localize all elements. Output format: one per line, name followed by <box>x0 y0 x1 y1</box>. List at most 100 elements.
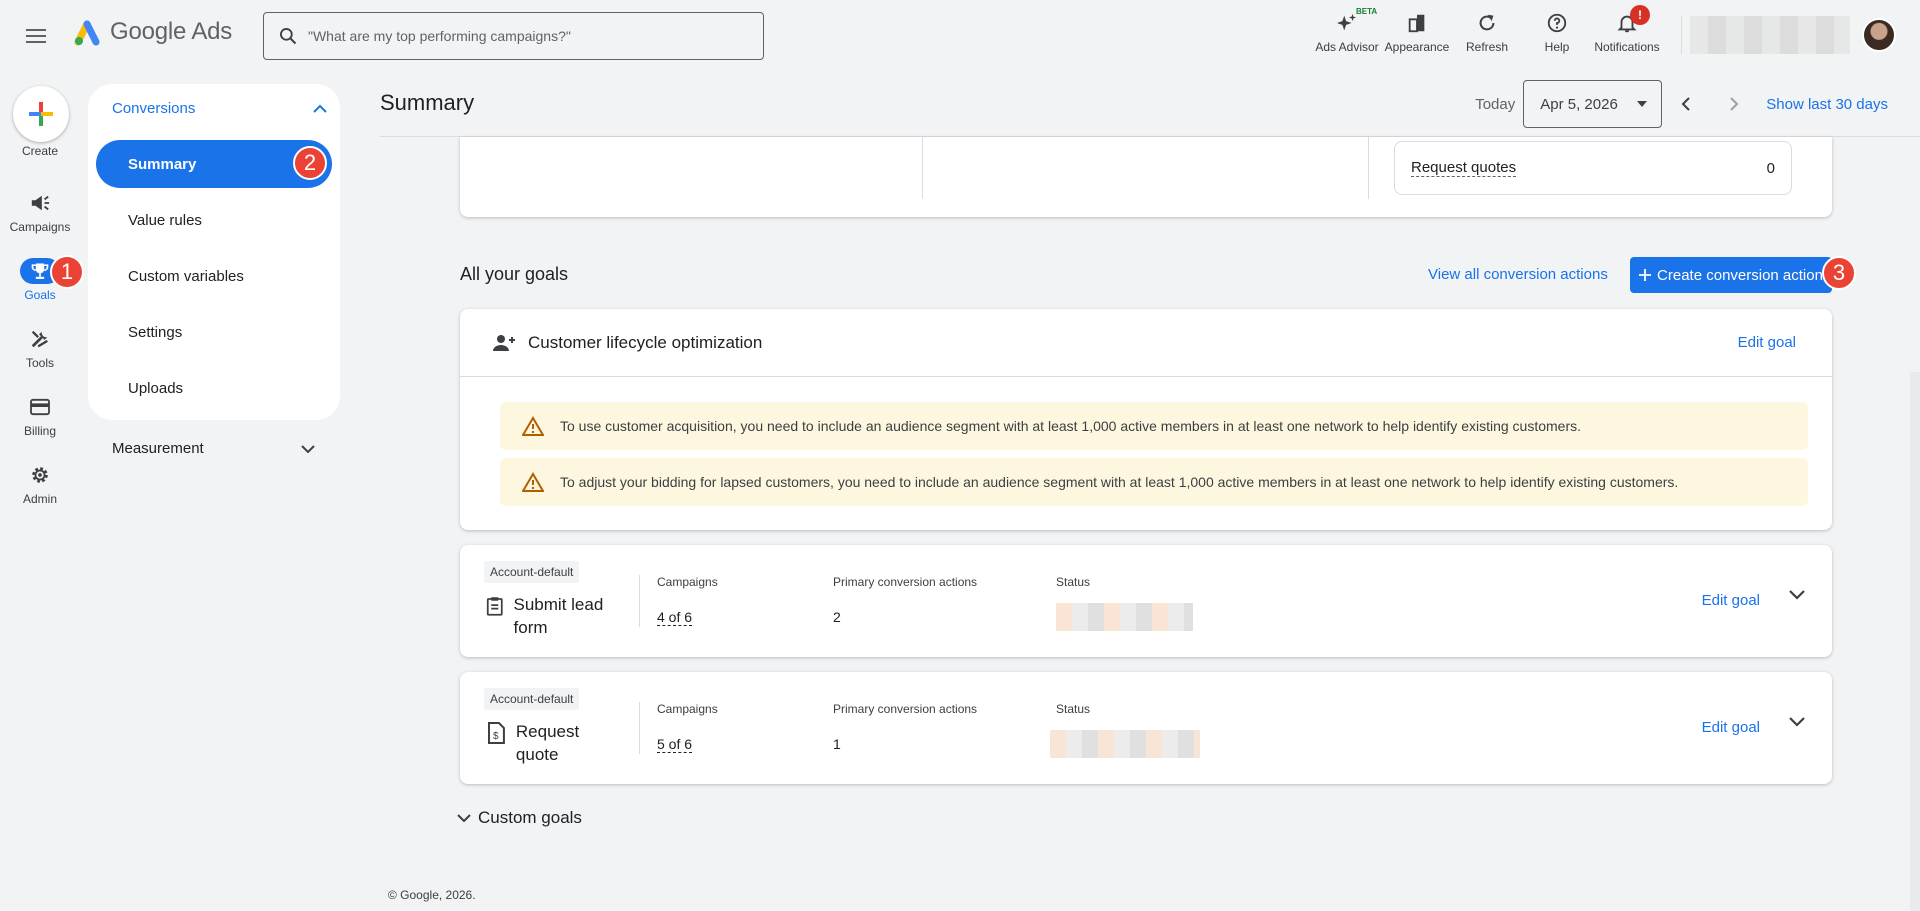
date-value: Apr 5, 2026 <box>1540 95 1618 113</box>
campaigns-column-label: Campaigns <box>657 702 718 716</box>
help-button[interactable]: Help <box>1522 8 1592 60</box>
ads-advisor-button[interactable]: BETA Ads Advisor <box>1312 7 1382 60</box>
ads-advisor-label: Ads Advisor <box>1315 40 1379 54</box>
today-label: Today <box>1475 95 1516 113</box>
chevron-down-icon <box>457 814 471 823</box>
conversions-subnav: Conversions Summary Value rules Custom v… <box>88 84 340 420</box>
rail-item-campaigns[interactable]: Campaigns <box>0 190 80 234</box>
google-ads-logo-icon <box>74 20 100 46</box>
status-column-label: Status <box>1056 702 1091 716</box>
campaigns-value[interactable]: 5 of 6 <box>657 736 693 753</box>
edit-goal-link[interactable]: Edit goal <box>1702 719 1760 736</box>
search-bar[interactable] <box>263 12 764 60</box>
trophy-icon <box>31 263 49 279</box>
goal-divider <box>639 702 640 754</box>
date-controls: Today Apr 5, 2026 Show last 30 days <box>1475 80 1888 128</box>
conversions-section-header[interactable]: Conversions <box>112 100 328 117</box>
goal-name: Submit lead form <box>513 595 604 637</box>
custom-goals-toggle[interactable]: Custom goals <box>456 808 582 828</box>
view-all-conversion-actions-link[interactable]: View all conversion actions <box>1428 266 1608 283</box>
credit-card-icon <box>30 398 50 416</box>
goal-card-request-quote[interactable]: Account-default $ Request quote Campaign… <box>460 672 1832 784</box>
warning-icon <box>522 416 544 436</box>
warning-banner: To adjust your bidding for lapsed custom… <box>500 458 1808 506</box>
dropdown-arrow-icon <box>1637 101 1648 107</box>
rail-item-label: Billing <box>23 424 56 438</box>
account-default-tag: Account-default <box>484 688 580 710</box>
campaigns-column-label: Campaigns <box>657 575 718 589</box>
app-name: Google Ads <box>110 18 233 45</box>
step-badge-1: 1 <box>50 255 84 289</box>
tools-icon <box>31 330 48 348</box>
goals-section-title: All your goals <box>460 264 569 284</box>
primary-actions-value: 2 <box>833 609 841 625</box>
status-redacted <box>1056 603 1193 631</box>
plus-icon <box>29 102 53 126</box>
gear-icon <box>32 467 48 483</box>
chevron-down-icon <box>301 444 315 453</box>
column-divider <box>1368 137 1369 199</box>
rail-item-billing[interactable]: Billing <box>0 394 80 438</box>
notifications-button[interactable]: ! Notifications <box>1592 5 1662 60</box>
refresh-button[interactable]: Refresh <box>1452 8 1522 60</box>
create-label: Create <box>21 144 59 158</box>
google-ads-logo[interactable]: Google Ads <box>74 18 232 46</box>
campaigns-value[interactable]: 4 of 6 <box>657 609 693 626</box>
primary-actions-value: 1 <box>833 736 841 752</box>
rail-item-admin[interactable]: Admin <box>0 462 80 506</box>
page-scrollbar[interactable] <box>1910 372 1920 911</box>
subnav-item-uploads[interactable]: Uploads <box>96 364 332 412</box>
top-bar: Google Ads BETA Ads Advisor Appearance R… <box>0 0 1920 70</box>
warning-banner: To use customer acquisition, you need to… <box>500 402 1808 450</box>
appearance-button[interactable]: Appearance <box>1382 8 1452 60</box>
warning-text: To adjust your bidding for lapsed custom… <box>560 474 1679 490</box>
status-redacted <box>1050 730 1200 758</box>
goal-name: Request quote <box>515 722 580 764</box>
subnav-item-value-rules[interactable]: Value rules <box>96 196 332 244</box>
clipboard-icon <box>486 597 503 616</box>
request-quotes-metric[interactable]: Request quotes 0 <box>1394 141 1792 195</box>
primary-actions-column-label: Primary conversion actions <box>833 575 978 589</box>
custom-goals-label: Custom goals <box>478 808 582 827</box>
next-period-button[interactable] <box>1710 80 1758 128</box>
edit-goal-link[interactable]: Edit goal <box>1738 334 1796 351</box>
top-bar-divider <box>1681 16 1682 54</box>
measurement-section-header[interactable]: Measurement <box>112 440 316 457</box>
beta-badge: BETA <box>1356 7 1378 16</box>
column-divider <box>922 137 923 199</box>
rail-item-tools[interactable]: Tools <box>0 326 80 370</box>
search-input[interactable] <box>308 28 748 44</box>
create-button[interactable] <box>13 86 69 142</box>
status-column-label: Status <box>1056 575 1091 589</box>
rail-item-label: Tools <box>25 356 54 370</box>
account-info-redacted[interactable] <box>1690 16 1850 54</box>
avatar[interactable] <box>1862 18 1896 52</box>
expand-chevron-icon[interactable] <box>1788 716 1806 728</box>
goal-card-submit-lead-form[interactable]: Account-default Submit lead form Campaig… <box>460 545 1832 657</box>
rail-item-label: Goals <box>24 288 56 302</box>
footer-copyright: © Google, 2026. <box>388 888 476 902</box>
edit-goal-link[interactable]: Edit goal <box>1702 592 1760 609</box>
show-last-30-days-link[interactable]: Show last 30 days <box>1766 96 1888 113</box>
sparkle-icon <box>1336 13 1357 31</box>
primary-actions-column-label: Primary conversion actions <box>833 702 978 716</box>
svg-text:$: $ <box>493 731 499 742</box>
goal-divider <box>639 575 640 627</box>
conversion-summary-card: Request quotes 0 <box>460 137 1832 217</box>
chevron-left-icon <box>1681 97 1690 111</box>
request-quotes-value: 0 <box>1766 159 1775 177</box>
request-quotes-label: Request quotes <box>1411 159 1517 177</box>
customer-lifecycle-card: Customer lifecycle optimization Edit goa… <box>460 309 1832 530</box>
help-label: Help <box>1544 40 1570 54</box>
create-conversion-action-button[interactable]: Create conversion action <box>1630 257 1832 293</box>
expand-chevron-icon[interactable] <box>1788 589 1806 601</box>
help-icon <box>1547 13 1567 33</box>
page-title: Summary <box>380 90 475 115</box>
subnav-item-settings[interactable]: Settings <box>96 308 332 356</box>
subnav-item-custom-variables[interactable]: Custom variables <box>96 252 332 300</box>
account-default-tag: Account-default <box>484 561 580 583</box>
main-menu-button[interactable] <box>26 25 54 47</box>
previous-period-button[interactable] <box>1662 80 1710 128</box>
notification-badge: ! <box>1630 5 1650 25</box>
date-range-select[interactable]: Apr 5, 2026 <box>1523 80 1663 128</box>
